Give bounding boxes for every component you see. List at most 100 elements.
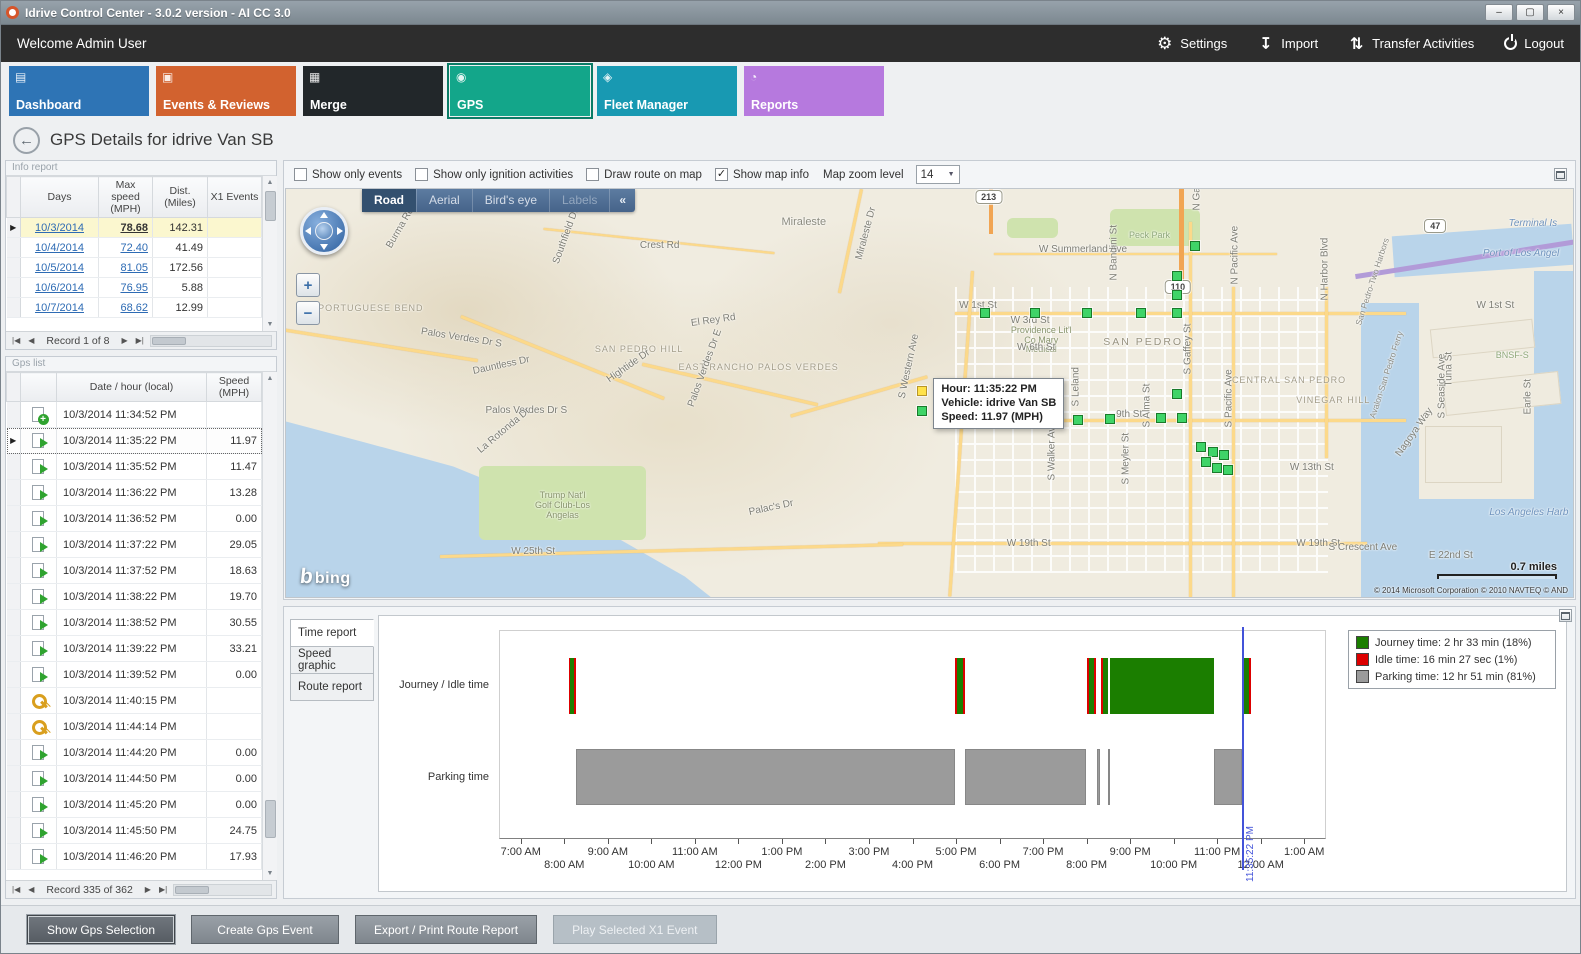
gps-vertical-scrollbar[interactable]: ▲ ▼ bbox=[262, 372, 277, 880]
topbar-logout[interactable]: Logout bbox=[1504, 36, 1564, 51]
table-row[interactable]: ▶10/3/201478.68142.31 bbox=[7, 218, 262, 238]
map-compass-control[interactable] bbox=[300, 207, 348, 255]
table-row[interactable]: 10/3/2014 11:40:15 PM bbox=[7, 688, 262, 714]
gps-marker[interactable] bbox=[980, 308, 990, 318]
map-style-road[interactable]: Road bbox=[362, 189, 416, 212]
gps-marker[interactable] bbox=[917, 386, 927, 396]
prev-page-button[interactable]: ◀ bbox=[26, 336, 36, 345]
map-zoom-select[interactable]: 14 ▼ bbox=[916, 165, 960, 184]
tab-speed-graphic[interactable]: Speed graphic bbox=[290, 646, 374, 674]
map-zoom-out-button[interactable]: − bbox=[296, 301, 320, 325]
footer-button-export-print-route-report[interactable]: Export / Print Route Report bbox=[355, 915, 537, 944]
max-speed-link[interactable]: 81.05 bbox=[120, 262, 148, 274]
maximize-chart-panel-button[interactable] bbox=[1559, 609, 1572, 622]
table-row[interactable]: 10/3/2014 11:34:52 PM bbox=[7, 402, 262, 428]
table-row[interactable]: 10/6/201476.955.88 bbox=[7, 278, 262, 298]
nav-tile-events-reviews[interactable]: ▣Events & Reviews bbox=[156, 66, 296, 116]
tab-time-report[interactable]: Time report bbox=[290, 619, 374, 647]
first-page-button[interactable]: |◀ bbox=[10, 885, 22, 894]
gps-marker[interactable] bbox=[1201, 457, 1211, 467]
max-speed-link[interactable]: 72.40 bbox=[120, 242, 148, 254]
last-page-button[interactable]: ▶| bbox=[157, 885, 169, 894]
gps-marker[interactable] bbox=[1073, 415, 1083, 425]
footer-button-show-gps-selection[interactable]: Show Gps Selection bbox=[27, 915, 175, 944]
horizontal-scrollbar[interactable] bbox=[173, 884, 272, 896]
scroll-up-icon[interactable]: ▲ bbox=[267, 176, 274, 189]
checkbox-show-only-events[interactable]: Show only events bbox=[294, 168, 402, 181]
gps-marker[interactable] bbox=[917, 406, 927, 416]
table-row[interactable]: 10/7/201468.6212.99 bbox=[7, 298, 262, 318]
map-style-bird-s-eye[interactable]: Bird's eye bbox=[472, 189, 549, 212]
table-row[interactable]: 10/3/2014 11:44:50 PM0.00 bbox=[7, 766, 262, 792]
nav-tile-fleet-manager[interactable]: ◈Fleet Manager bbox=[597, 66, 737, 116]
table-row[interactable]: 10/3/2014 11:45:50 PM24.75 bbox=[7, 818, 262, 844]
table-row[interactable]: 10/3/2014 11:36:52 PM0.00 bbox=[7, 506, 262, 532]
nav-tile-gps[interactable]: ◉GPS bbox=[450, 66, 590, 116]
gps-marker[interactable] bbox=[1177, 413, 1187, 423]
max-speed-link[interactable]: 68.62 bbox=[120, 302, 148, 314]
table-row[interactable]: 10/3/2014 11:44:20 PM0.00 bbox=[7, 740, 262, 766]
close-button[interactable]: × bbox=[1547, 4, 1575, 21]
day-link[interactable]: 10/5/2014 bbox=[35, 262, 84, 274]
day-link[interactable]: 10/6/2014 bbox=[35, 282, 84, 294]
table-row[interactable]: 10/3/2014 11:38:52 PM30.55 bbox=[7, 610, 262, 636]
table-row[interactable]: 10/4/201472.4041.49 bbox=[7, 238, 262, 258]
timeline-plot[interactable]: 11:35:22 PM bbox=[499, 630, 1326, 839]
gps-marker[interactable] bbox=[1136, 308, 1146, 318]
day-link[interactable]: 10/3/2014 bbox=[35, 222, 84, 234]
table-row[interactable]: ▶10/3/2014 11:35:22 PM11.97 bbox=[7, 428, 262, 454]
gps-marker[interactable] bbox=[1196, 442, 1206, 452]
day-link[interactable]: 10/4/2014 bbox=[35, 242, 84, 254]
gps-marker[interactable] bbox=[1172, 271, 1182, 281]
gps-marker[interactable] bbox=[1223, 465, 1233, 475]
maximize-button[interactable]: ▢ bbox=[1516, 4, 1544, 21]
table-row[interactable]: 10/3/2014 11:37:22 PM29.05 bbox=[7, 532, 262, 558]
horizontal-scrollbar[interactable] bbox=[150, 335, 272, 347]
gps-marker[interactable] bbox=[1082, 308, 1092, 318]
table-row[interactable]: 10/3/2014 11:44:14 PM bbox=[7, 714, 262, 740]
nav-tile-dashboard[interactable]: ▤Dashboard bbox=[9, 66, 149, 116]
table-row[interactable]: 10/3/2014 11:35:52 PM11.47 bbox=[7, 454, 262, 480]
table-row[interactable]: 10/3/2014 11:39:22 PM33.21 bbox=[7, 636, 262, 662]
time-cursor[interactable] bbox=[1242, 627, 1244, 870]
nav-tile-reports[interactable]: ◔Reports bbox=[744, 66, 884, 116]
topbar-settings[interactable]: Settings bbox=[1156, 35, 1227, 52]
table-row[interactable]: 10/3/2014 11:37:52 PM18.63 bbox=[7, 558, 262, 584]
table-row[interactable]: 10/3/2014 11:36:22 PM13.28 bbox=[7, 480, 262, 506]
minimize-button[interactable]: – bbox=[1485, 4, 1513, 21]
table-row[interactable]: 10/3/2014 11:39:52 PM0.00 bbox=[7, 662, 262, 688]
gps-marker[interactable] bbox=[1172, 290, 1182, 300]
prev-page-button[interactable]: ◀ bbox=[26, 885, 36, 894]
topbar-transfer-activities[interactable]: Transfer Activities bbox=[1348, 35, 1474, 52]
info-vertical-scrollbar[interactable]: ▲ ▼ bbox=[262, 176, 277, 331]
gps-marker[interactable] bbox=[1208, 447, 1218, 457]
map-style-labels[interactable]: Labels bbox=[549, 189, 609, 212]
map-style-aerial[interactable]: Aerial bbox=[416, 189, 472, 212]
scroll-down-icon[interactable]: ▼ bbox=[267, 318, 274, 331]
back-button[interactable]: ← bbox=[13, 127, 40, 154]
day-link[interactable]: 10/7/2014 bbox=[35, 302, 84, 314]
table-row[interactable]: 10/3/2014 11:38:22 PM19.70 bbox=[7, 584, 262, 610]
scroll-down-icon[interactable]: ▼ bbox=[267, 867, 274, 880]
max-speed-link[interactable]: 78.68 bbox=[120, 222, 148, 234]
gps-marker[interactable] bbox=[1219, 450, 1229, 460]
table-row[interactable]: 10/3/2014 11:45:20 PM0.00 bbox=[7, 792, 262, 818]
checkbox-draw-route-on-map[interactable]: Draw route on map bbox=[586, 168, 702, 181]
gps-marker[interactable] bbox=[1212, 463, 1222, 473]
map-zoom-in-button[interactable]: + bbox=[296, 273, 320, 297]
gps-marker[interactable] bbox=[1172, 308, 1182, 318]
table-row[interactable]: 10/5/201481.05172.56 bbox=[7, 258, 262, 278]
scroll-up-icon[interactable]: ▲ bbox=[267, 372, 274, 385]
tab-route-report[interactable]: Route report bbox=[290, 673, 374, 701]
nav-tile-merge[interactable]: ▦Merge bbox=[303, 66, 443, 116]
next-page-button[interactable]: ▶ bbox=[143, 885, 153, 894]
first-page-button[interactable]: |◀ bbox=[10, 336, 22, 345]
collapse-map-menu-button[interactable]: « bbox=[609, 189, 635, 212]
max-speed-link[interactable]: 76.95 bbox=[120, 282, 148, 294]
topbar-import[interactable]: Import bbox=[1257, 35, 1318, 52]
checkbox-show-only-ignition-activities[interactable]: Show only ignition activities bbox=[415, 168, 573, 181]
footer-button-create-gps-event[interactable]: Create Gps Event bbox=[191, 915, 339, 944]
gps-marker[interactable] bbox=[1156, 413, 1166, 423]
next-page-button[interactable]: ▶ bbox=[119, 336, 129, 345]
footer-button-play-selected-x1-event[interactable]: Play Selected X1 Event bbox=[553, 915, 716, 944]
